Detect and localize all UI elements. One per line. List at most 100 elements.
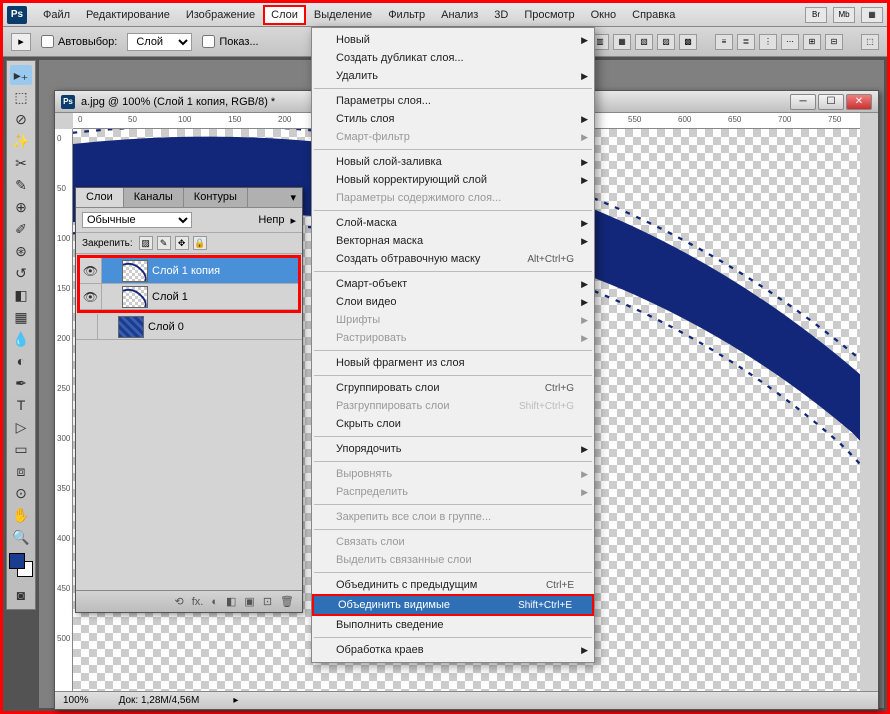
- wand-tool[interactable]: ✨: [10, 131, 32, 151]
- path-tool[interactable]: ▷: [10, 417, 32, 437]
- distribute-btn[interactable]: ≡: [715, 34, 733, 50]
- menu-item[interactable]: Векторная маска▶: [312, 232, 594, 250]
- layer-row[interactable]: 👁 Слой 0: [76, 314, 302, 340]
- menu-item[interactable]: Сгруппировать слоиCtrl+G: [312, 379, 594, 397]
- menu-help[interactable]: Справка: [624, 5, 683, 25]
- layer-thumbnail[interactable]: [118, 316, 144, 338]
- menu-item[interactable]: Упорядочить▶: [312, 440, 594, 458]
- layer-thumbnail[interactable]: [122, 260, 148, 282]
- distribute-btn[interactable]: ⊟: [825, 34, 843, 50]
- align-btn[interactable]: ▩: [679, 34, 697, 50]
- visibility-toggle[interactable]: 👁: [76, 314, 98, 339]
- lock-transparency-icon[interactable]: ▨: [139, 236, 153, 250]
- layer-group-icon[interactable]: ▣: [244, 595, 254, 608]
- auto-select-check[interactable]: [41, 35, 54, 48]
- distribute-btn[interactable]: ≣: [737, 34, 755, 50]
- menu-item[interactable]: Удалить▶: [312, 67, 594, 85]
- history-brush-tool[interactable]: ↺: [10, 263, 32, 283]
- move-tool[interactable]: ▸₊: [10, 65, 32, 85]
- opacity-arrow-icon[interactable]: ▸: [290, 214, 296, 227]
- lock-position-icon[interactable]: ✥: [175, 236, 189, 250]
- brush-tool[interactable]: ✐: [10, 219, 32, 239]
- menu-item[interactable]: Новый слой-заливка▶: [312, 153, 594, 171]
- bridge-button[interactable]: Br: [805, 7, 827, 23]
- show-controls-check[interactable]: [202, 35, 215, 48]
- tool-preset-icon[interactable]: ▸: [11, 33, 31, 51]
- pen-tool[interactable]: ✒: [10, 373, 32, 393]
- heal-tool[interactable]: ⊕: [10, 197, 32, 217]
- lock-paint-icon[interactable]: ✎: [157, 236, 171, 250]
- link-layers-icon[interactable]: ⟲: [175, 595, 184, 608]
- blend-mode-select[interactable]: Обычные: [82, 212, 192, 228]
- align-btn[interactable]: ▧: [635, 34, 653, 50]
- menu-file[interactable]: Файл: [35, 5, 78, 25]
- lock-all-icon[interactable]: 🔒: [193, 236, 207, 250]
- eraser-tool[interactable]: ◧: [10, 285, 32, 305]
- menu-item[interactable]: Скрыть слои: [312, 415, 594, 433]
- visibility-toggle[interactable]: 👁: [80, 284, 102, 309]
- lasso-tool[interactable]: ⊘: [10, 109, 32, 129]
- layer-mask-icon[interactable]: ◐: [211, 596, 218, 608]
- tab-channels[interactable]: Каналы: [124, 188, 184, 207]
- layer-name[interactable]: Слой 1 копия: [152, 265, 220, 277]
- distribute-btn[interactable]: ⋮: [759, 34, 777, 50]
- auto-select-dropdown[interactable]: Слой: [127, 33, 192, 51]
- show-controls-checkbox[interactable]: Показ...: [202, 35, 258, 48]
- menu-item[interactable]: Стиль слоя▶: [312, 110, 594, 128]
- foreground-color[interactable]: [9, 553, 25, 569]
- menu-analysis[interactable]: Анализ: [433, 5, 486, 25]
- adjustment-layer-icon[interactable]: ◧: [226, 595, 236, 608]
- distribute-btn[interactable]: ⊞: [803, 34, 821, 50]
- gradient-tool[interactable]: ▦: [10, 307, 32, 327]
- crop-tool[interactable]: ✂: [10, 153, 32, 173]
- menu-window[interactable]: Окно: [583, 5, 625, 25]
- align-btn[interactable]: ▦: [613, 34, 631, 50]
- blur-tool[interactable]: 💧: [10, 329, 32, 349]
- menu-item[interactable]: Объединить с предыдущимCtrl+E: [312, 576, 594, 594]
- stamp-tool[interactable]: ⊛: [10, 241, 32, 261]
- close-button[interactable]: ✕: [846, 94, 872, 110]
- menu-filter[interactable]: Фильтр: [380, 5, 433, 25]
- layer-row[interactable]: 👁 Слой 1: [80, 284, 298, 310]
- menu-item[interactable]: Новый▶: [312, 31, 594, 49]
- tab-paths[interactable]: Контуры: [184, 188, 248, 207]
- layer-thumbnail[interactable]: [122, 286, 148, 308]
- menu-item[interactable]: Создать обтравочную маскуAlt+Ctrl+G: [312, 250, 594, 268]
- 3d-camera-tool[interactable]: ⊙: [10, 483, 32, 503]
- arrange-btn[interactable]: ⬚: [861, 34, 879, 50]
- layer-name[interactable]: Слой 0: [148, 321, 184, 333]
- status-arrow-icon[interactable]: ▸: [233, 695, 238, 706]
- quickmask-toggle[interactable]: ◙: [10, 585, 32, 605]
- menu-item[interactable]: Смарт-объект▶: [312, 275, 594, 293]
- new-layer-icon[interactable]: ⊡: [263, 595, 272, 608]
- menu-item[interactable]: Новый корректирующий слой▶: [312, 171, 594, 189]
- zoom-tool[interactable]: 🔍: [10, 527, 32, 547]
- shape-tool[interactable]: ▭: [10, 439, 32, 459]
- align-btn[interactable]: ▨: [657, 34, 675, 50]
- delete-layer-icon[interactable]: 🗑: [280, 595, 294, 608]
- menu-item[interactable]: Слои видео▶: [312, 293, 594, 311]
- panel-menu-icon[interactable]: ▾: [284, 188, 302, 207]
- zoom-level[interactable]: 100%: [63, 695, 89, 706]
- menu-select[interactable]: Выделение: [306, 5, 380, 25]
- workspace-button[interactable]: ▦: [861, 7, 883, 23]
- tab-layers[interactable]: Слои: [76, 188, 124, 207]
- layer-name[interactable]: Слой 1: [152, 291, 188, 303]
- dodge-tool[interactable]: ◐: [10, 351, 32, 371]
- menu-image[interactable]: Изображение: [178, 5, 263, 25]
- auto-select-checkbox[interactable]: Автовыбор:: [41, 35, 117, 48]
- menu-item[interactable]: Новый фрагмент из слоя: [312, 354, 594, 372]
- mb-button[interactable]: Mb: [833, 7, 855, 23]
- visibility-toggle[interactable]: 👁: [80, 258, 102, 283]
- menu-item[interactable]: Создать дубликат слоя...: [312, 49, 594, 67]
- color-swatches[interactable]: [9, 553, 33, 577]
- layer-fx-icon[interactable]: fx.: [192, 596, 204, 608]
- layer-row[interactable]: 👁 Слой 1 копия: [80, 258, 298, 284]
- menu-view[interactable]: Просмотр: [516, 5, 582, 25]
- menu-layers[interactable]: Слои: [263, 5, 306, 25]
- menu-item[interactable]: Параметры слоя...: [312, 92, 594, 110]
- menu-3d[interactable]: 3D: [486, 5, 516, 25]
- minimize-button[interactable]: ─: [790, 94, 816, 110]
- menu-item[interactable]: Объединить видимыеShift+Ctrl+E: [314, 596, 592, 614]
- maximize-button[interactable]: ☐: [818, 94, 844, 110]
